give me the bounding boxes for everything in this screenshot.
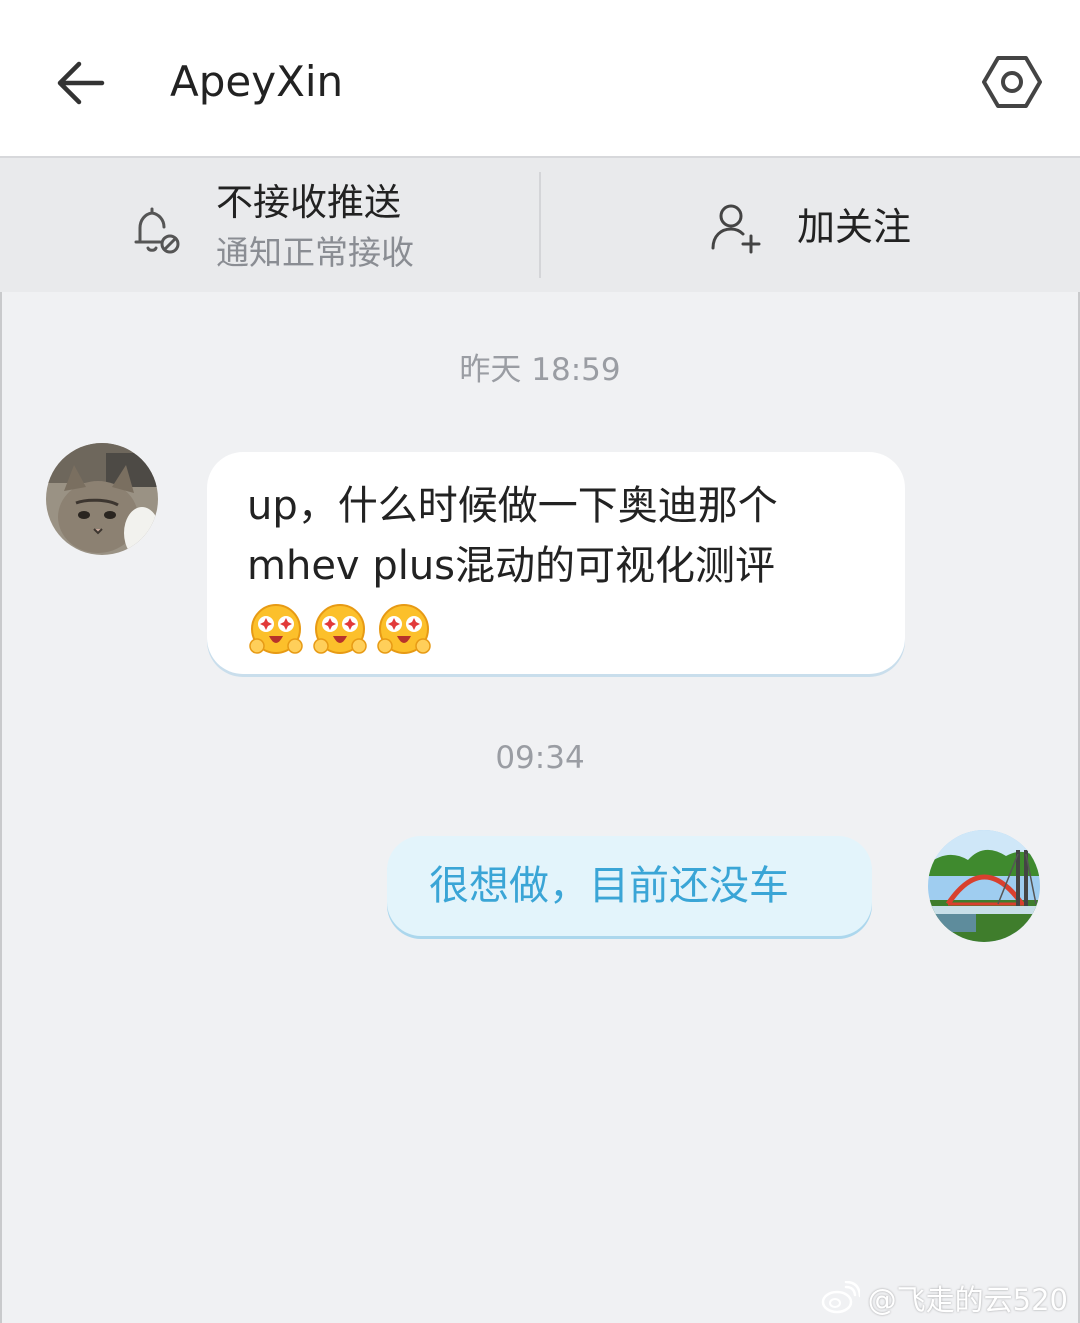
push-setting-title: 不接收推送 (216, 181, 401, 224)
weibo-icon (821, 1281, 860, 1314)
emoji-row (247, 600, 865, 658)
message-line: up，什么时候做一下奥迪那个 (247, 483, 778, 529)
user-plus-icon (711, 204, 761, 254)
action-bar: 不接收推送 通知正常接收 加关注 (0, 158, 1080, 292)
outgoing-message-bubble[interactable]: 很想做，目前还没车 (387, 836, 872, 936)
back-button[interactable] (46, 50, 112, 116)
bridge-avatar[interactable] (928, 830, 1040, 942)
follow-label: 加关注 (797, 205, 912, 249)
message-timestamp: 09:34 (495, 740, 585, 776)
cat-avatar[interactable] (46, 443, 158, 555)
watermark-text: @飞走的云520 (867, 1283, 1068, 1317)
message-timestamp: 昨天 18:59 (459, 352, 621, 388)
starry-eyed-emoji (249, 604, 303, 654)
chat-title: ApeyXin (170, 57, 344, 106)
follow-button[interactable]: 加关注 (541, 158, 1080, 292)
mute-push-button[interactable]: 不接收推送 通知正常接收 (0, 158, 539, 292)
message-text: 很想做，目前还没车 (429, 863, 789, 909)
incoming-message-bubble[interactable]: up，什么时候做一下奥迪那个 mhev plus混动的可视化测评 (207, 452, 905, 674)
message-line: mhev plus混动的可视化测评 (247, 543, 776, 589)
settings-button[interactable] (980, 50, 1044, 114)
chat-header: ApeyXin (0, 0, 1080, 158)
starry-eyed-emoji (377, 604, 431, 654)
watermark: @飞走的云520 (820, 1276, 1068, 1320)
arrow-left-icon (57, 61, 105, 105)
push-setting-subtitle: 通知正常接收 (216, 233, 414, 272)
bell-muted-icon (134, 207, 180, 254)
hexagon-settings-icon (982, 56, 1042, 108)
starry-eyed-emoji (313, 604, 367, 654)
